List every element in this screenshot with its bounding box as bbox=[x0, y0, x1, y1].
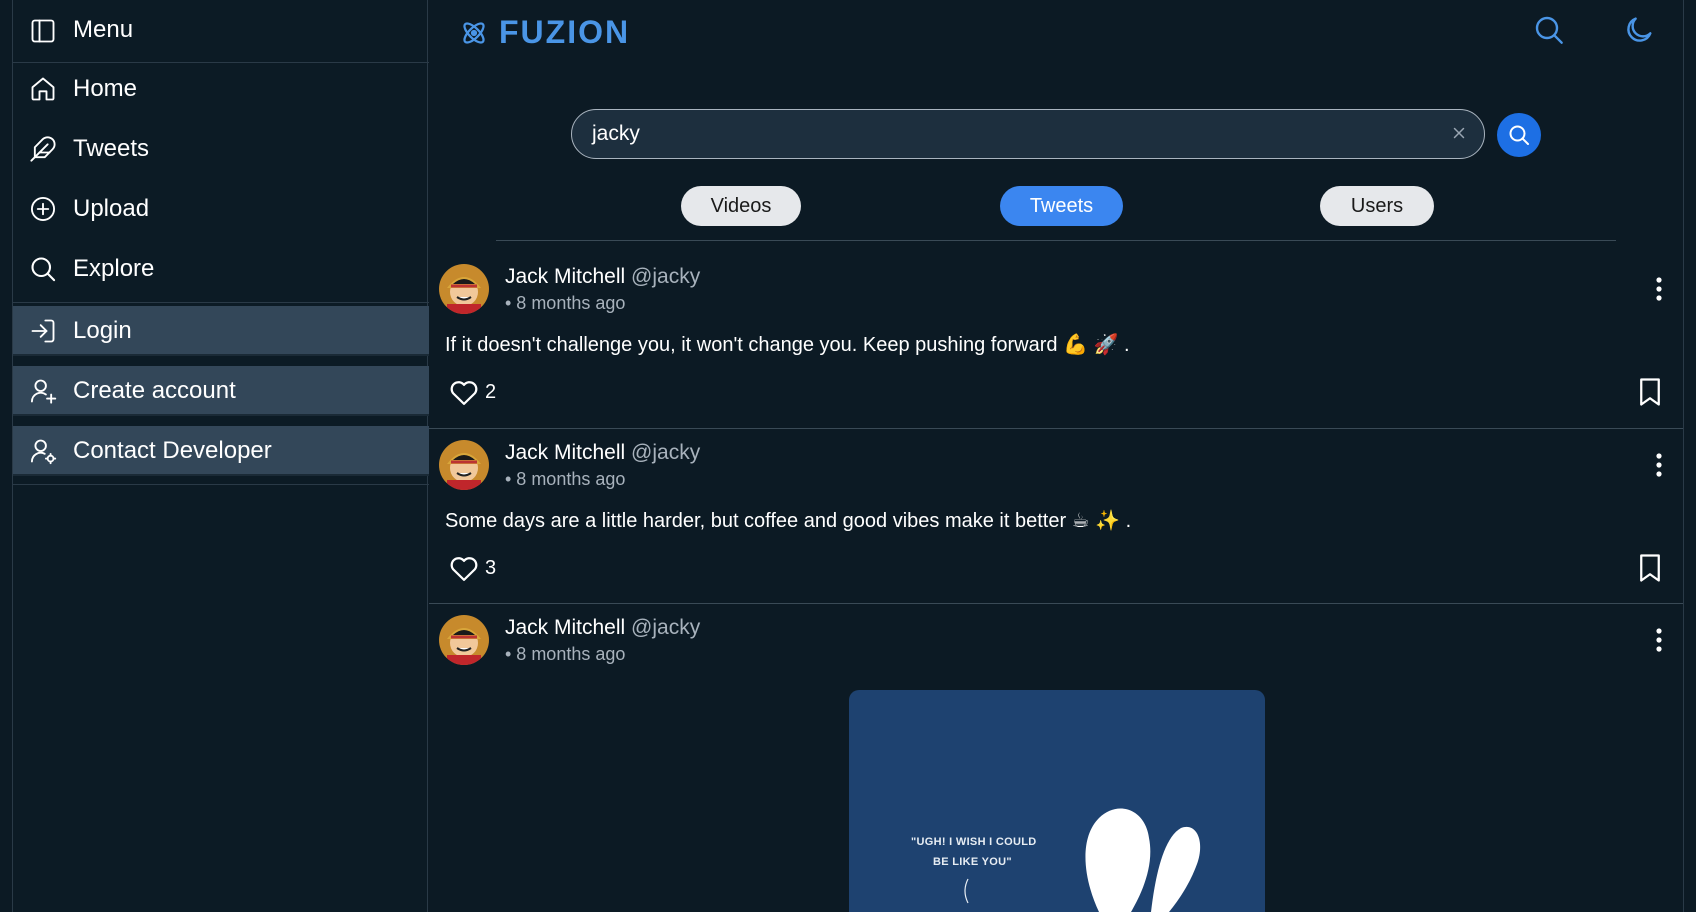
tab-tweets[interactable]: Tweets bbox=[1000, 186, 1123, 226]
author-name: Jack Mitchell bbox=[505, 616, 626, 639]
cartoon-figure-illustration bbox=[1085, 808, 1201, 912]
sidebar-menu-toggle[interactable]: Menu bbox=[13, 0, 429, 63]
brand-name: FUZION bbox=[499, 14, 631, 50]
speech-tail-illustration bbox=[964, 878, 969, 904]
tab-users[interactable]: Users bbox=[1320, 186, 1434, 226]
sidebar-item-label: Home bbox=[73, 75, 138, 102]
sidebar-item-label: Upload bbox=[73, 195, 150, 222]
tweet-author[interactable]: Jack Mitchell @jacky bbox=[505, 616, 700, 640]
avatar[interactable] bbox=[439, 615, 489, 665]
sidebar-item-explore[interactable]: Explore bbox=[13, 244, 429, 294]
sidebar-item-contact-developer[interactable]: Contact Developer bbox=[13, 426, 429, 476]
avatar[interactable] bbox=[439, 264, 489, 314]
sidebar-item-label: Create account bbox=[73, 377, 236, 404]
avatar-image bbox=[439, 440, 489, 490]
user-plus-icon bbox=[30, 379, 57, 404]
search-icon bbox=[31, 257, 56, 282]
tweet-author[interactable]: Jack Mitchell @jacky bbox=[505, 265, 700, 289]
more-options-icon[interactable] bbox=[1655, 452, 1663, 478]
sidebar-item-create-account[interactable]: Create account bbox=[13, 366, 429, 416]
sidebar-item-label: Contact Developer bbox=[73, 437, 272, 464]
sidebar-item-label: Explore bbox=[73, 255, 155, 282]
avatar[interactable] bbox=[439, 440, 489, 490]
sidebar-divider bbox=[13, 484, 429, 485]
more-options-icon[interactable] bbox=[1655, 627, 1663, 653]
sidebar-item-login[interactable]: Login bbox=[13, 306, 429, 356]
sidebar-item-label: Tweets bbox=[73, 135, 150, 162]
home-icon bbox=[31, 77, 55, 101]
bookmark-icon[interactable] bbox=[1637, 377, 1663, 407]
avatar-image bbox=[439, 264, 489, 314]
image-caption-line2: BE LIKE YOU" bbox=[933, 856, 1012, 868]
image-caption-line1: "UGH! I WISH I COULD bbox=[911, 836, 1037, 848]
brand[interactable]: FUZION bbox=[459, 14, 630, 51]
search-input[interactable]: jacky bbox=[571, 109, 1485, 159]
login-icon bbox=[31, 319, 55, 343]
search-button[interactable] bbox=[1497, 113, 1541, 157]
sidebar-item-upload[interactable]: Upload bbox=[13, 184, 429, 234]
feather-icon bbox=[30, 136, 56, 162]
app-frame: Menu Home Tweets Upload Explore Login Cr… bbox=[0, 0, 1696, 912]
avatar-image bbox=[439, 615, 489, 665]
atom-logo-icon bbox=[463, 21, 485, 44]
main-content: FUZION jacky Videos Tweets Users Jack Mi… bbox=[429, 0, 1683, 912]
search-input-value: jacky bbox=[592, 122, 640, 145]
sidebar-item-label: Login bbox=[73, 317, 132, 344]
tweet-text: Some days are a little harder, but coffe… bbox=[445, 510, 1132, 532]
heart-icon[interactable] bbox=[449, 554, 479, 582]
search-icon bbox=[1509, 125, 1529, 145]
author-handle: @jacky bbox=[631, 616, 701, 639]
page-right-border bbox=[1683, 0, 1684, 912]
moon-icon[interactable] bbox=[1623, 14, 1655, 46]
tweet-image[interactable]: "UGH! I WISH I COULD BE LIKE YOU" bbox=[849, 690, 1265, 912]
tweet-time: • 8 months ago bbox=[505, 469, 626, 489]
author-handle: @jacky bbox=[631, 441, 701, 464]
heart-icon[interactable] bbox=[449, 378, 479, 406]
author-name: Jack Mitchell bbox=[505, 441, 626, 464]
tabs-divider bbox=[496, 240, 1616, 241]
more-options-icon[interactable] bbox=[1655, 276, 1663, 302]
bookmark-icon[interactable] bbox=[1637, 553, 1663, 583]
tweet-author[interactable]: Jack Mitchell @jacky bbox=[505, 441, 700, 465]
tweet-time: • 8 months ago bbox=[505, 644, 626, 664]
sidebar-item-tweets[interactable]: Tweets bbox=[13, 124, 429, 174]
tab-videos[interactable]: Videos bbox=[681, 186, 801, 226]
tweet-text: If it doesn't challenge you, it won't ch… bbox=[445, 334, 1130, 356]
tweet-card: Jack Mitchell @jacky • 8 months ago If i… bbox=[429, 242, 1683, 429]
user-gear-icon bbox=[30, 439, 57, 465]
author-name: Jack Mitchell bbox=[505, 265, 626, 288]
clear-icon[interactable] bbox=[1450, 124, 1468, 142]
sidebar-divider bbox=[13, 302, 429, 303]
sidebar-item-home[interactable]: Home bbox=[13, 64, 429, 114]
tweet-time: • 8 months ago bbox=[505, 293, 626, 313]
like-count: 2 bbox=[485, 381, 497, 403]
plus-circle-icon bbox=[30, 196, 56, 222]
like-count: 3 bbox=[485, 557, 497, 579]
sidebar-menu-label: Menu bbox=[73, 16, 134, 43]
sidebar: Menu Home Tweets Upload Explore Login Cr… bbox=[12, 0, 429, 912]
author-handle: @jacky bbox=[631, 265, 701, 288]
tweet-card: Jack Mitchell @jacky • 8 months ago Some… bbox=[429, 429, 1683, 604]
search-icon[interactable] bbox=[1533, 14, 1565, 46]
sidebar-panel-icon bbox=[31, 19, 55, 43]
